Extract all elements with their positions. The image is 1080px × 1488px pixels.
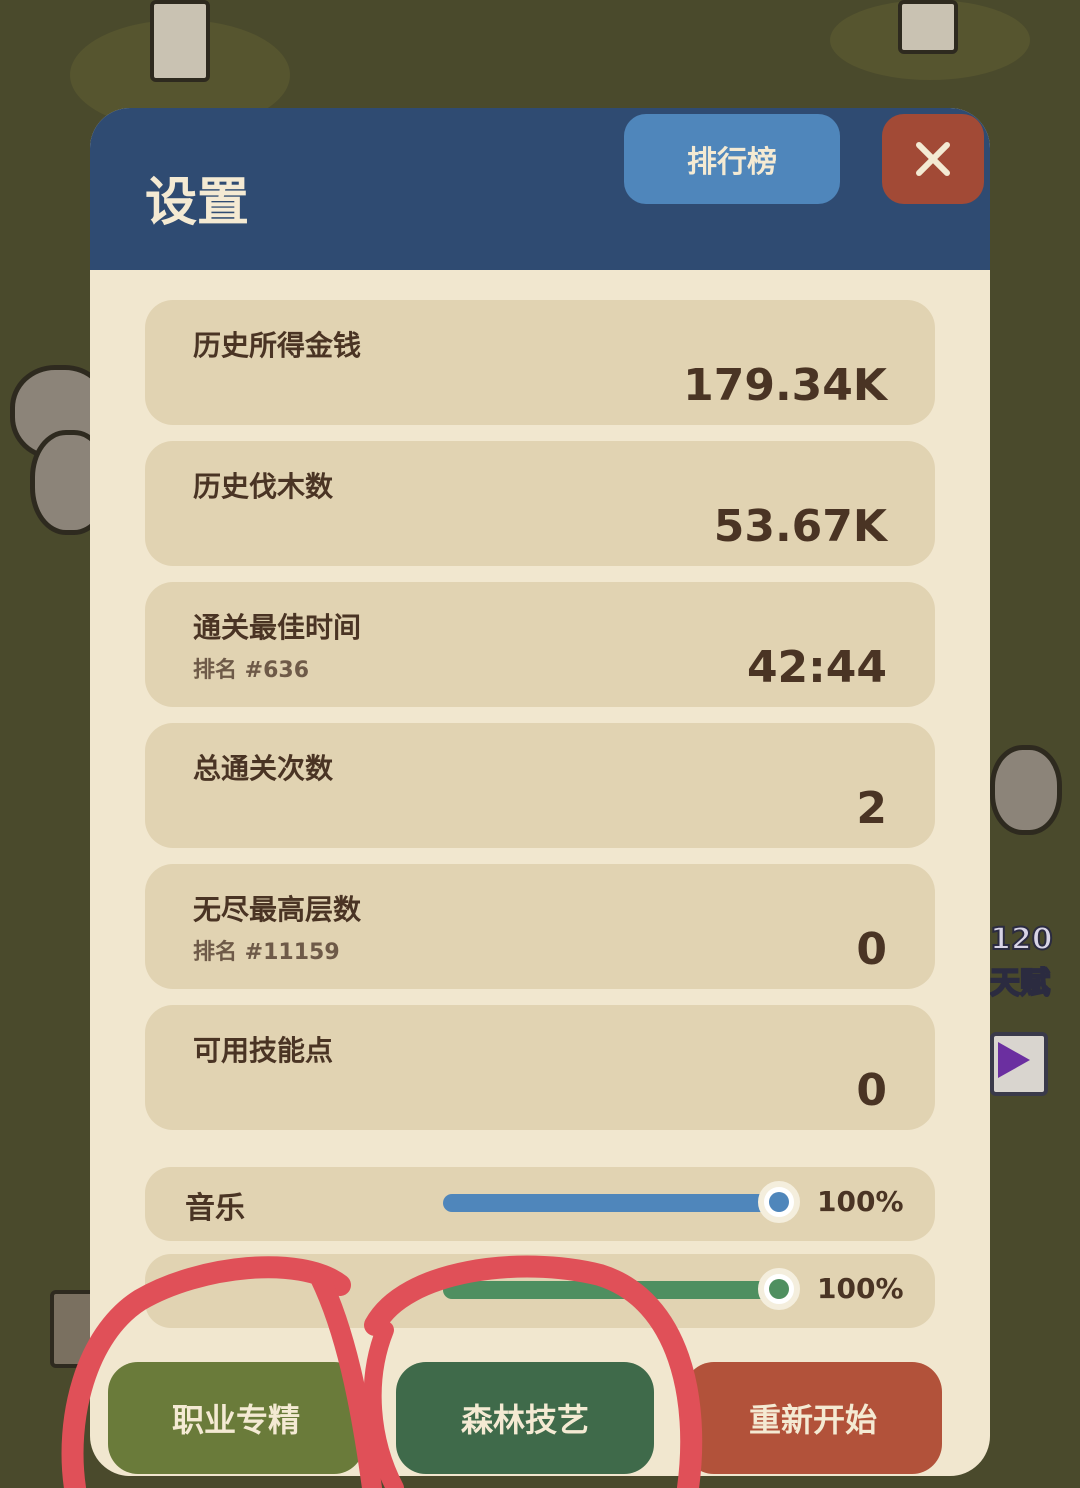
music-slider-knob[interactable] <box>758 1181 800 1223</box>
stat-label: 历史所得金钱 <box>193 329 362 362</box>
stat-value: 179.34K <box>683 360 887 411</box>
sound-slider-row: 100% <box>145 1254 935 1328</box>
music-volume-slider[interactable] <box>443 1194 783 1212</box>
stat-label: 总通关次数 <box>193 752 334 785</box>
slider-value: 100% <box>817 1272 904 1305</box>
slider-label: 音乐 <box>185 1191 245 1226</box>
restart-button[interactable]: 重新开始 <box>684 1362 942 1474</box>
panel-header: 设置 <box>90 108 990 270</box>
stat-card-total-clears: 总通关次数 2 <box>145 723 935 848</box>
rock <box>990 745 1062 835</box>
music-slider-row: 音乐 100% <box>145 1167 935 1241</box>
stat-value: 0 <box>856 924 887 975</box>
forest-craft-button[interactable]: 森林技艺 <box>396 1362 654 1474</box>
tree-trunk <box>898 0 958 54</box>
stat-value: 2 <box>856 783 887 834</box>
slider-value: 100% <box>817 1185 904 1218</box>
play-ad-button[interactable] <box>990 1032 1048 1096</box>
stat-rank: 排名 #636 <box>193 658 310 683</box>
stat-label: 无尽最高层数 <box>193 893 362 926</box>
stat-card-skill-points: 可用技能点 0 <box>145 1005 935 1130</box>
stat-value: 42:44 <box>746 642 887 693</box>
stat-label: 历史伐木数 <box>193 470 334 503</box>
stat-card-endless-floor: 无尽最高层数 排名 #11159 0 <box>145 864 935 989</box>
tree-trunk <box>150 0 210 82</box>
page-title: 设置 <box>145 173 250 233</box>
stat-label: 通关最佳时间 <box>193 611 362 644</box>
stat-card-best-time: 通关最佳时间 排名 #636 42:44 <box>145 582 935 707</box>
stat-label: 可用技能点 <box>193 1034 334 1067</box>
stat-value: 53.67K <box>713 501 887 552</box>
leaderboard-button[interactable]: 排行榜 <box>624 114 840 204</box>
talent-label: 天赋 <box>989 965 1051 1002</box>
close-button[interactable] <box>882 114 984 204</box>
close-icon <box>916 142 950 176</box>
talent-count: 120 <box>989 921 1054 958</box>
sound-slider-knob[interactable] <box>758 1268 800 1310</box>
play-icon <box>998 1042 1030 1078</box>
stat-card-trees-chopped: 历史伐木数 53.67K <box>145 441 935 566</box>
stat-value: 0 <box>856 1065 887 1116</box>
stat-rank: 排名 #11159 <box>193 940 340 965</box>
sound-volume-slider[interactable] <box>443 1281 783 1299</box>
profession-mastery-button[interactable]: 职业专精 <box>108 1362 364 1474</box>
stat-card-total-money: 历史所得金钱 179.34K <box>145 300 935 425</box>
